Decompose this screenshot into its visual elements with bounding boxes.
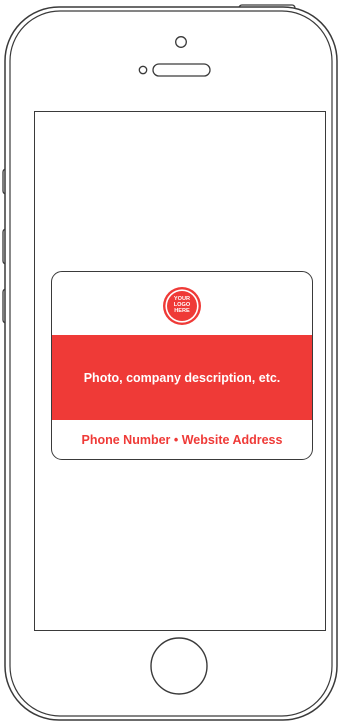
phone-screen: YOUR LOGO HERE Photo, company descriptio… <box>34 111 326 631</box>
logo-badge: YOUR LOGO HERE <box>163 287 201 325</box>
phone-mockup: YOUR LOGO HERE Photo, company descriptio… <box>0 0 342 723</box>
photo-description-banner: Photo, company description, etc. <box>52 335 312 420</box>
contact-info-text: Phone Number • Website Address <box>81 432 283 447</box>
home-button-icon[interactable] <box>150 637 208 695</box>
business-card-ad[interactable]: YOUR LOGO HERE Photo, company descriptio… <box>51 271 313 460</box>
contact-footer: Phone Number • Website Address <box>52 420 312 459</box>
proximity-sensor <box>138 65 148 75</box>
logo-placeholder-text: YOUR LOGO HERE <box>173 296 191 315</box>
banner-text: Photo, company description, etc. <box>83 370 281 385</box>
front-camera-icon <box>175 36 187 48</box>
earpiece-speaker-icon <box>152 63 211 77</box>
